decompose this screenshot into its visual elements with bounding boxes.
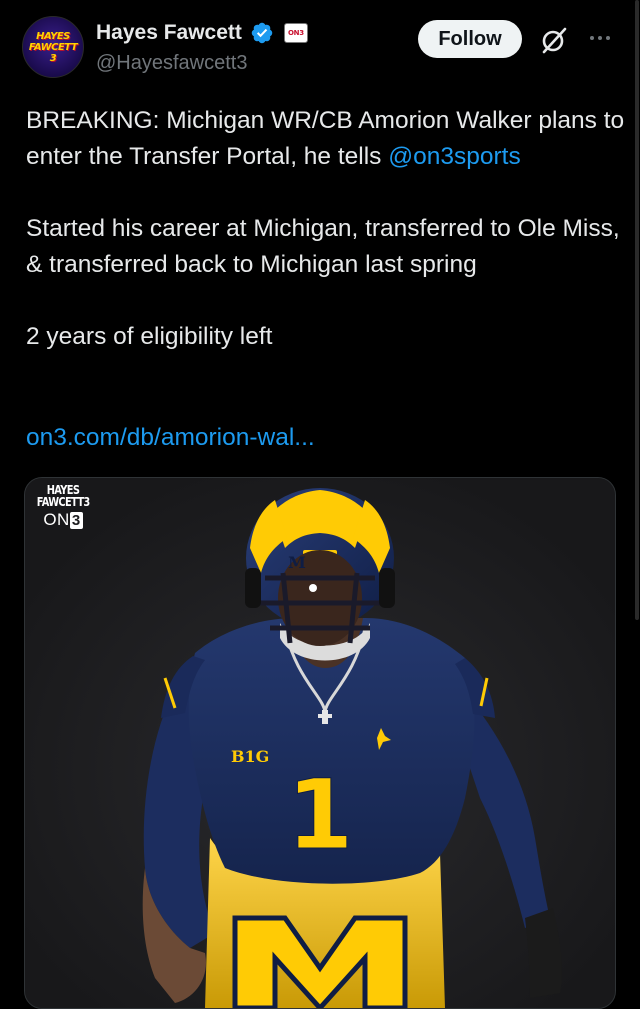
author-avatar[interactable]: HAYES FAWCETT 3 — [22, 16, 84, 78]
jersey-number-text: 1 — [287, 759, 354, 866]
avatar-text-line-1: HAYES — [36, 31, 70, 42]
tweet-paragraph-3: 2 years of eligibility left — [26, 323, 273, 350]
tweet-paragraph-1: BREAKING: Michigan WR/CB Amorion Walker … — [26, 103, 626, 175]
author-name-row: Hayes Fawcett ON3 — [96, 18, 308, 48]
mention-link[interactable]: @on3sports — [388, 143, 520, 170]
helmet-letter: M — [288, 553, 306, 572]
article-link[interactable]: on3.com/db/amorion-wal... — [26, 424, 315, 452]
photo-watermark: HAYES FAWCETT3 ON 3 — [31, 484, 95, 530]
organization-badge[interactable]: ON3 — [283, 23, 308, 43]
tweet-media-image[interactable]: M B1G 1 HAYES FAWCETT3 ON 3 — [24, 477, 616, 1009]
watermark-3: 3 — [69, 512, 83, 529]
grok-icon[interactable] — [538, 24, 570, 56]
tweet-body: BREAKING: Michigan WR/CB Amorion Walker … — [26, 103, 626, 355]
tweet-text-breaking: BREAKING: Michigan WR/CB Amorion Walker … — [26, 107, 625, 170]
watermark-on3: ON 3 — [31, 510, 95, 530]
author-handle[interactable]: @Hayesfawcett3 — [96, 52, 247, 75]
more-icon[interactable] — [586, 28, 614, 48]
conference-patch-text: B1G — [231, 747, 269, 766]
jersey-number: 1 — [286, 759, 354, 867]
tweet-paragraph-2: Started his career at Michigan, transfer… — [26, 215, 620, 278]
watermark-on: ON — [43, 510, 70, 529]
follow-button[interactable]: Follow — [418, 20, 522, 58]
watermark-line-2: FAWCETT3 — [36, 495, 90, 509]
avatar-text-line-3: 3 — [49, 53, 57, 64]
author-name[interactable]: Hayes Fawcett — [96, 21, 242, 45]
scrollbar-thumb[interactable] — [635, 0, 639, 620]
helmet-logo: M — [288, 553, 306, 572]
tweet-header: HAYES FAWCETT 3 Hayes Fawcett ON3 @Hayes… — [0, 0, 640, 90]
organization-badge-label: ON3 — [288, 29, 304, 37]
player-photo — [25, 478, 615, 1008]
avatar-text-line-2: FAWCETT — [28, 42, 78, 53]
verified-badge-icon[interactable] — [250, 21, 274, 45]
